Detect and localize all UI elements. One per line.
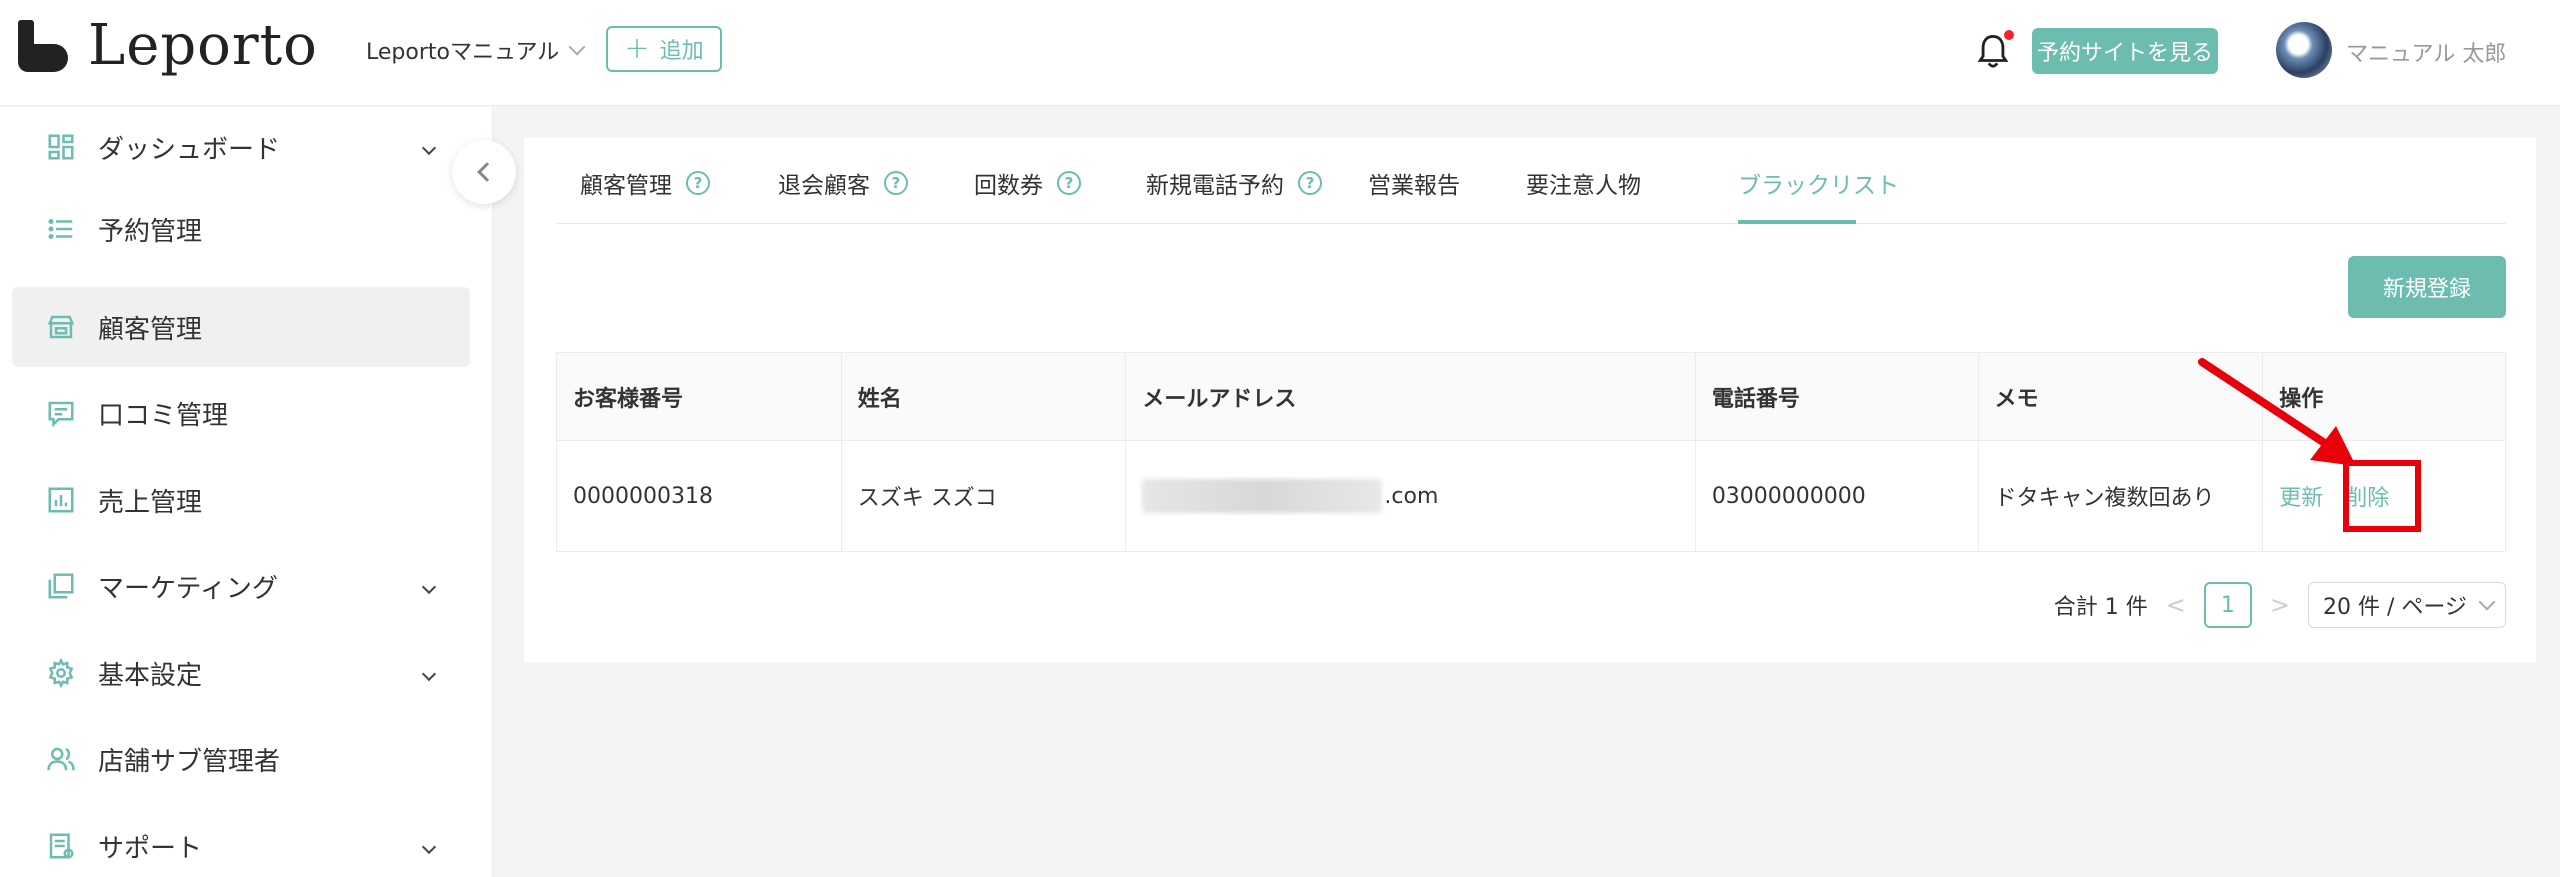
- avatar[interactable]: [2276, 22, 2332, 78]
- main-card: 顧客管理 ? 退会顧客 ? 回数券 ? 新規電話予約 ? 営業報告 要注意人物 …: [524, 138, 2536, 662]
- tab-label: ブラックリスト: [1738, 173, 1899, 199]
- update-link[interactable]: 更新: [2279, 480, 2323, 512]
- dashboard-icon: [44, 130, 78, 164]
- sidebar-item-reservations[interactable]: 予約管理: [12, 189, 470, 269]
- tab-blacklist[interactable]: ブラックリスト: [1738, 166, 1899, 200]
- chart-icon: [44, 483, 78, 517]
- message-icon: [44, 396, 78, 430]
- column-header: 姓名: [842, 353, 1127, 440]
- sidebar-item-label: 基本設定: [98, 660, 203, 691]
- column-header: お客様番号: [557, 353, 842, 440]
- help-icon[interactable]: ?: [1057, 171, 1081, 195]
- sidebar-item-label: 店舗サブ管理者: [98, 746, 281, 777]
- shop-select[interactable]: Leportoマニュアル: [366, 34, 586, 66]
- tab-label: 顧客管理: [580, 173, 672, 199]
- sidebar-item-marketing[interactable]: マーケティング: [12, 546, 470, 626]
- delete-highlight-box: [2343, 460, 2421, 532]
- sidebar: ダッシュボード 予約管理 顧客管理 口コミ管理 売上管理 マーケティング 基本設…: [0, 107, 493, 877]
- copy-icon: [44, 569, 78, 603]
- chevron-down-icon: [568, 38, 586, 56]
- chevron-down-icon: [421, 579, 437, 595]
- table-header: お客様番号 姓名 メールアドレス 電話番号 メモ 操作: [557, 353, 2505, 441]
- document-icon: [44, 829, 78, 863]
- gear-icon: [44, 656, 78, 690]
- store-icon: [44, 310, 78, 344]
- sidebar-item-sales[interactable]: 売上管理: [12, 460, 470, 540]
- top-header: Leporto Leportoマニュアル + 追加 予約サイトを見る マニュアル…: [0, 0, 2560, 106]
- tab-customers[interactable]: 顧客管理 ?: [580, 166, 710, 200]
- chevron-down-icon: [421, 839, 437, 855]
- sidebar-item-reviews[interactable]: 口コミ管理: [12, 373, 470, 453]
- total-count: 合計 1 件: [2053, 595, 2148, 620]
- redacted-email-blur: [1142, 479, 1383, 513]
- sidebar-item-support[interactable]: サポート: [12, 806, 470, 877]
- tab-label: 新規電話予約: [1146, 173, 1284, 199]
- page-size-select[interactable]: 20 件 / ページ: [2308, 582, 2506, 628]
- tab-caution-persons[interactable]: 要注意人物: [1526, 166, 1641, 200]
- user-name[interactable]: マニュアル 太郎: [2346, 36, 2506, 68]
- new-registration-button[interactable]: 新規登録: [2348, 256, 2506, 318]
- logo-text: Leporto: [88, 13, 318, 78]
- column-header: メモ: [1979, 353, 2264, 440]
- sidebar-item-label: ダッシュボード: [98, 134, 281, 165]
- help-icon[interactable]: ?: [1298, 171, 1322, 195]
- help-icon[interactable]: ?: [884, 171, 908, 195]
- chevron-left-icon: [477, 162, 497, 182]
- list-icon: [44, 212, 78, 246]
- column-header: メールアドレス: [1126, 353, 1696, 440]
- pagination: 合計 1 件 < 1 > 20 件 / ページ: [2054, 582, 2506, 628]
- shop-select-label: Leportoマニュアル: [366, 40, 560, 65]
- customer-number-cell: 0000000318: [557, 441, 842, 551]
- sidebar-item-label: サポート: [98, 833, 203, 864]
- sidebar-item-basic-settings[interactable]: 基本設定: [12, 633, 470, 713]
- add-button-label: 追加: [659, 39, 704, 64]
- table-row: 0000000318 スズキ スズコ .com 03000000000 ドタキャ…: [557, 441, 2505, 551]
- view-reservation-site-button[interactable]: 予約サイトを見る: [2032, 28, 2218, 74]
- chevron-down-icon: [421, 666, 437, 682]
- sidebar-item-label: 口コミ管理: [98, 400, 229, 431]
- users-icon: [44, 742, 78, 776]
- email-cell: .com: [1126, 441, 1696, 551]
- tab-business-report[interactable]: 営業報告: [1368, 166, 1460, 200]
- tab-withdrawn-customers[interactable]: 退会顧客 ?: [778, 166, 908, 200]
- chevron-down-icon: [2478, 593, 2496, 611]
- name-cell: スズキ スズコ: [842, 441, 1127, 551]
- blacklist-table: お客様番号 姓名 メールアドレス 電話番号 メモ 操作 0000000318 ス…: [556, 352, 2506, 552]
- page-number-button[interactable]: 1: [2203, 582, 2252, 628]
- sidebar-collapse-button[interactable]: [452, 140, 516, 204]
- next-page-icon[interactable]: >: [2270, 591, 2290, 619]
- tab-phone-reservation[interactable]: 新規電話予約 ?: [1146, 166, 1322, 200]
- add-button[interactable]: + 追加: [606, 26, 722, 72]
- plus-icon: +: [624, 31, 650, 66]
- chevron-down-icon: [421, 140, 437, 156]
- notification-dot: [2004, 30, 2014, 40]
- leporto-logo[interactable]: Leporto: [18, 18, 318, 74]
- sidebar-item-label: 顧客管理: [98, 314, 203, 345]
- tab-label: 回数券: [974, 173, 1043, 199]
- sidebar-item-dashboard[interactable]: ダッシュボード: [12, 107, 470, 187]
- tab-coupons[interactable]: 回数券 ?: [974, 166, 1081, 200]
- notification-bell-icon[interactable]: [1976, 30, 2016, 74]
- prev-page-icon[interactable]: <: [2166, 591, 2186, 619]
- sidebar-item-label: 売上管理: [98, 487, 203, 518]
- sidebar-item-customers[interactable]: 顧客管理: [12, 287, 470, 367]
- phone-cell: 03000000000: [1696, 441, 1979, 551]
- memo-cell: ドタキャン複数回あり: [1979, 441, 2264, 551]
- email-suffix: .com: [1384, 483, 1439, 509]
- logo-mark-icon: [18, 20, 68, 72]
- sidebar-item-label: マーケティング: [98, 573, 278, 604]
- active-tab-indicator: [1738, 220, 1856, 224]
- tab-bar: 顧客管理 ? 退会顧客 ? 回数券 ? 新規電話予約 ? 営業報告 要注意人物 …: [556, 138, 2506, 224]
- page-size-label: 20 件 / ページ: [2323, 595, 2467, 620]
- tab-label: 要注意人物: [1526, 173, 1641, 199]
- tab-label: 営業報告: [1368, 173, 1460, 199]
- column-header: 電話番号: [1696, 353, 1979, 440]
- tab-label: 退会顧客: [778, 173, 870, 199]
- sidebar-item-sub-admins[interactable]: 店舗サブ管理者: [12, 719, 470, 799]
- sidebar-item-label: 予約管理: [98, 216, 203, 247]
- column-header: 操作: [2279, 386, 2324, 412]
- help-icon[interactable]: ?: [686, 171, 710, 195]
